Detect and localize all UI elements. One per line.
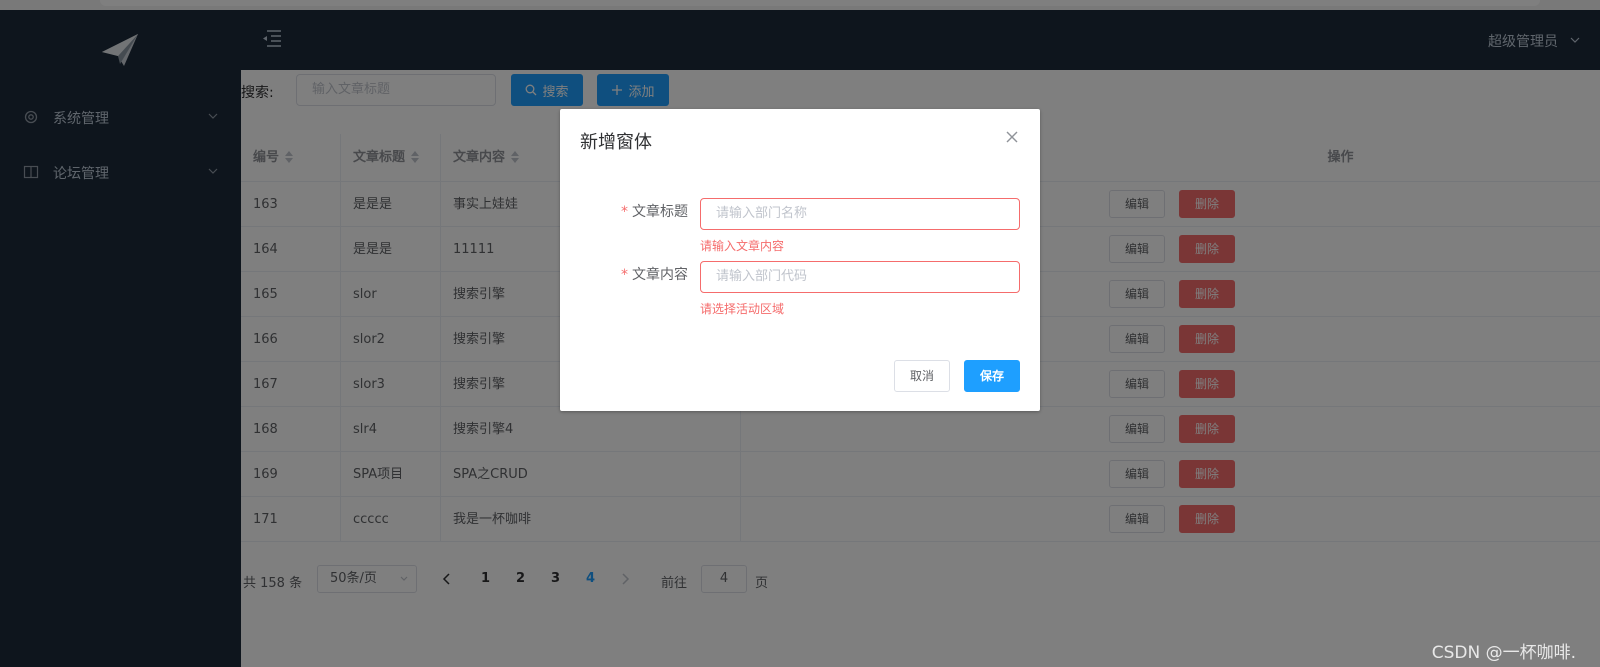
- article-title-input[interactable]: 请输入部门名称: [700, 198, 1020, 230]
- add-dialog: 新增窗体 * 文章标题 请输入部门名称 请输入文章内容 * 文章内容 请输入部门代码…: [560, 109, 1040, 411]
- content-field-label: * 文章内容: [621, 267, 688, 283]
- watermark: CSDN @一杯咖啡.: [1431, 643, 1576, 663]
- save-button[interactable]: 保存: [964, 360, 1020, 392]
- close-icon[interactable]: [1006, 131, 1018, 143]
- dialog-title: 新增窗体: [580, 132, 652, 153]
- title-field-label: * 文章标题: [621, 204, 688, 220]
- cancel-button[interactable]: 取消: [894, 360, 950, 392]
- title-field-error: 请输入文章内容: [700, 239, 785, 253]
- content-field-error: 请选择活动区域: [700, 302, 785, 316]
- article-content-input[interactable]: 请输入部门代码: [700, 261, 1020, 293]
